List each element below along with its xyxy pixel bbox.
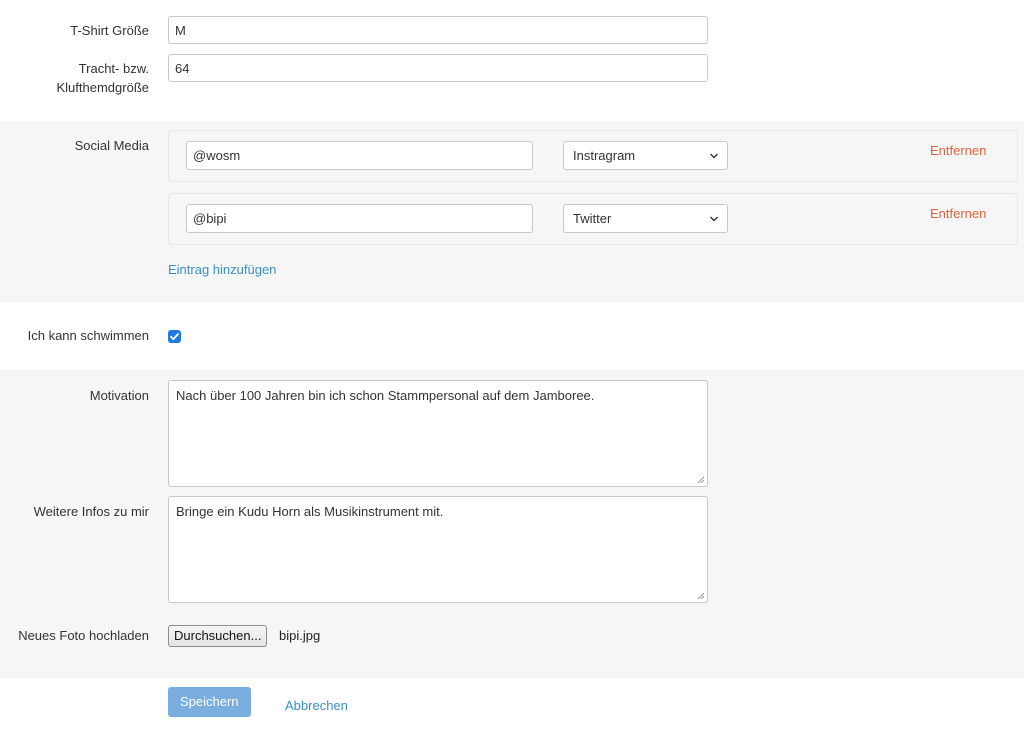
platform-select[interactable]: Instragram <box>563 141 728 170</box>
platform-select-value: Instragram <box>573 148 636 163</box>
remove-entry-link[interactable]: Entfernen <box>930 143 986 158</box>
platform-select[interactable]: Twitter <box>563 204 728 233</box>
browse-file-button[interactable]: Durchsuchen... <box>168 625 268 647</box>
checkmark-icon <box>170 333 179 341</box>
chevron-down-icon <box>710 216 718 222</box>
tshirt-size-label: T-Shirt Größe <box>70 23 149 38</box>
more-info-textarea[interactable]: Bringe ein Kudu Horn als Musikinstrument… <box>168 496 708 603</box>
cancel-link[interactable]: Abbrechen <box>285 698 348 713</box>
platform-select-value: Twitter <box>573 211 612 226</box>
swim-label: Ich kann schwimmen <box>27 328 149 343</box>
social-media-label: Social Media <box>74 138 149 153</box>
resize-grip-icon[interactable] <box>695 474 705 484</box>
tracht-label-line1: Tracht- bzw. <box>78 61 149 76</box>
social-media-entry: Instragram Entfernen <box>168 130 1018 182</box>
save-button[interactable]: Speichern <box>168 687 251 717</box>
social-media-entry: Twitter Entfernen <box>168 193 1018 245</box>
tshirt-size-input[interactable] <box>168 16 708 44</box>
add-entry-link[interactable]: Eintrag hinzufügen <box>168 262 276 277</box>
photo-upload-label: Neues Foto hochladen <box>18 628 149 643</box>
tracht-size-input[interactable] <box>168 54 708 82</box>
swim-checkbox[interactable] <box>168 330 181 343</box>
tracht-size-label: Tracht- bzw. Klufthemdgröße <box>57 59 150 97</box>
chevron-down-icon <box>710 153 718 159</box>
social-handle-input[interactable] <box>186 204 533 233</box>
selected-file-name: bipi.jpg <box>279 628 321 643</box>
more-info-label: Weitere Infos zu mir <box>33 504 149 519</box>
social-handle-input[interactable] <box>186 141 533 170</box>
motivation-label: Motivation <box>89 388 149 403</box>
motivation-textarea[interactable]: Nach über 100 Jahren bin ich schon Stamm… <box>168 380 708 487</box>
remove-entry-link[interactable]: Entfernen <box>930 206 986 221</box>
resize-grip-icon[interactable] <box>695 590 705 600</box>
tracht-label-line2: Klufthemdgröße <box>56 80 150 95</box>
